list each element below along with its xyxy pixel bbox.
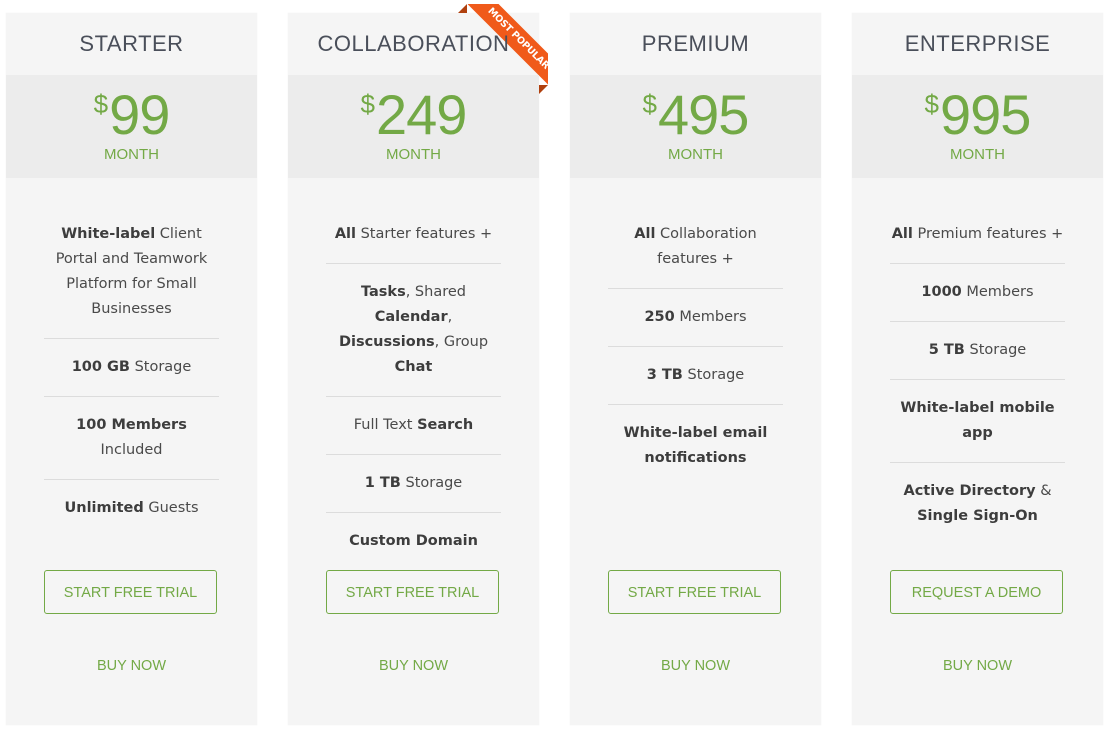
price-amount: 495	[658, 83, 749, 146]
feature-item: 100 Members Included	[44, 413, 219, 480]
feature-highlight: Single Sign-On	[917, 508, 1038, 524]
price-period: MONTH	[668, 146, 723, 163]
feature-text: Starter features +	[355, 226, 493, 242]
plan-name: COLLABORATION	[317, 31, 510, 56]
feature-highlight: Tasks	[361, 284, 406, 300]
plan-card-collaboration: MOST POPULAR COLLABORATION $249 MONTH Al…	[288, 4, 548, 725]
feature-text: Storage	[400, 475, 463, 491]
feature-text: Premium features +	[912, 226, 1064, 242]
feature-text: &	[1035, 483, 1052, 499]
feature-item: Unlimited Guests	[44, 496, 219, 537]
price-band: $995 MONTH	[852, 75, 1103, 178]
feature-highlight: 5 TB	[928, 342, 965, 358]
feature-item: All Collaboration features +	[608, 222, 783, 289]
feature-item: Tasks, Shared Calendar, Discussions, Gro…	[326, 280, 501, 397]
feature-item: White-label mobile app	[890, 396, 1065, 463]
start-free-trial-button[interactable]: START FREE TRIAL	[326, 570, 499, 614]
price-amount: 249	[376, 83, 467, 146]
currency-symbol: $	[93, 89, 109, 119]
feature-highlight: Calendar	[374, 309, 448, 325]
buy-now-link[interactable]: BUY NOW	[852, 658, 1103, 674]
currency-symbol: $	[642, 89, 658, 119]
start-free-trial-button[interactable]: START FREE TRIAL	[608, 570, 781, 614]
price: $995	[852, 87, 1103, 143]
price-period: MONTH	[386, 146, 441, 163]
feature-text: Storage	[964, 342, 1027, 358]
feature-text: Collaboration features +	[655, 226, 757, 267]
price: $249	[288, 87, 539, 143]
price: $99	[6, 87, 257, 143]
feature-list: All Premium features + 1000 Members 5 TB S…	[890, 222, 1065, 561]
feature-highlight: Discussions	[338, 334, 435, 350]
plan-name: STARTER	[79, 31, 184, 56]
plan-name: PREMIUM	[641, 31, 750, 56]
plan-card-premium: PREMIUM $495 MONTH All Collaboration fea…	[570, 13, 821, 725]
feature-item: Custom Domain	[326, 529, 501, 570]
feature-highlight: 1000	[921, 284, 962, 300]
feature-text: Guests	[143, 500, 199, 516]
plan-card-enterprise: ENTERPRISE $995 MONTH All Premium featur…	[852, 13, 1103, 725]
feature-highlight: 250	[644, 309, 675, 325]
currency-symbol: $	[924, 89, 940, 119]
feature-highlight: 3 TB	[646, 367, 683, 383]
request-demo-button[interactable]: REQUEST A DEMO	[890, 570, 1063, 614]
buy-now-link[interactable]: BUY NOW	[570, 658, 821, 674]
feature-item: 1 TB Storage	[326, 471, 501, 513]
price-period: MONTH	[950, 146, 1005, 163]
feature-list: White-label Client Portal and Teamwork P…	[44, 222, 219, 553]
feature-highlight: 100 Members	[76, 417, 187, 433]
currency-symbol: $	[360, 89, 376, 119]
price-band: $249 MONTH	[288, 75, 539, 178]
feature-highlight: 1 TB	[364, 475, 401, 491]
feature-highlight: Custom Domain	[349, 533, 478, 549]
feature-item: 100 GB Storage	[44, 355, 219, 397]
feature-item: All Premium features +	[890, 222, 1065, 264]
feature-item: White-label Client Portal and Teamwork P…	[44, 222, 219, 339]
feature-text: ,	[447, 309, 453, 325]
feature-highlight: White-label	[61, 226, 156, 242]
feature-list: All Collaboration features + 250 Members 3…	[608, 222, 783, 503]
feature-text: Full Text	[353, 417, 418, 433]
feature-item: 250 Members	[608, 305, 783, 347]
price-amount: 99	[109, 83, 170, 146]
buy-now-link[interactable]: BUY NOW	[288, 658, 539, 674]
feature-item: 5 TB Storage	[890, 338, 1065, 380]
feature-text: Storage	[682, 367, 745, 383]
feature-list: All Starter features + Tasks, Shared Cale…	[326, 222, 501, 586]
feature-item: White-label email notifications	[608, 421, 783, 487]
plan-card-starter: STARTER $99 MONTH White-label Client Por…	[6, 13, 257, 725]
feature-highlight: Chat	[394, 359, 433, 375]
feature-highlight: All	[634, 226, 656, 242]
buy-now-link[interactable]: BUY NOW	[6, 658, 257, 674]
plan-name: ENTERPRISE	[904, 31, 1051, 56]
price-amount: 995	[940, 83, 1031, 146]
feature-item: Full Text Search	[326, 413, 501, 455]
feature-item: 1000 Members	[890, 280, 1065, 322]
feature-item: 3 TB Storage	[608, 363, 783, 405]
price-band: $495 MONTH	[570, 75, 821, 178]
start-free-trial-button[interactable]: START FREE TRIAL	[44, 570, 217, 614]
feature-highlight: White-label email notifications	[623, 425, 768, 466]
feature-highlight: Unlimited	[64, 500, 144, 516]
feature-highlight: 100 GB	[71, 359, 130, 375]
feature-text: , Group	[434, 334, 489, 350]
feature-highlight: Search	[417, 417, 474, 433]
feature-highlight: All	[891, 226, 913, 242]
price-band: $99 MONTH	[6, 75, 257, 178]
feature-text: Included	[100, 442, 163, 458]
price-period: MONTH	[104, 146, 159, 163]
feature-highlight: All	[334, 226, 356, 242]
price: $495	[570, 87, 821, 143]
feature-highlight: White-label mobile app	[900, 400, 1055, 441]
feature-item: All Starter features +	[326, 222, 501, 264]
feature-text: Storage	[129, 359, 192, 375]
feature-item: Active Directory & Single Sign-On	[890, 479, 1065, 545]
feature-highlight: Active Directory	[903, 483, 1036, 499]
feature-text: , Shared	[405, 284, 466, 300]
feature-text: Members	[674, 309, 747, 325]
feature-text: Members	[961, 284, 1034, 300]
